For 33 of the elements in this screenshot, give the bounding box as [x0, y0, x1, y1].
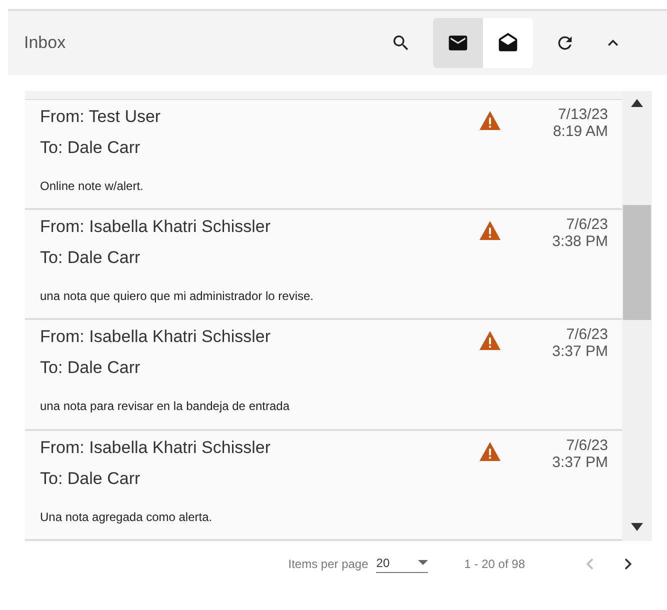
message-time: 3:37 PM — [552, 454, 608, 471]
dropdown-caret-icon — [418, 560, 428, 565]
page-size-select[interactable]: 20 — [376, 556, 428, 572]
message-date: 7/6/23 — [566, 436, 608, 454]
page-range: 1 - 20 of 98 — [464, 557, 525, 571]
inbox-title: Inbox — [24, 33, 66, 53]
message-text: Online note w/alert. — [40, 178, 144, 193]
scroll-up-icon[interactable] — [631, 99, 643, 107]
message-sender: From: Isabella Khatri Schissler — [40, 216, 272, 238]
message-date: 7/13/23 — [558, 106, 608, 123]
message-recipient: To: Dale Carr — [40, 247, 142, 269]
message-time: 3:37 PM — [552, 343, 608, 360]
items-per-page-label: Items per page — [288, 557, 368, 571]
message-sender: From: Test User — [40, 106, 162, 128]
message-time: 8:19 AM — [552, 122, 608, 140]
message-recipient: To: Dale Carr — [40, 136, 142, 159]
scrollbar-thumb[interactable] — [623, 205, 651, 320]
message-time: 3:38 PM — [552, 233, 608, 250]
message-text: Una nota agregada como alerta. — [40, 510, 214, 524]
message-recipient: To: Dale Carr — [40, 357, 142, 380]
message-text: una nota para revisar en la bandeja de entrada — [40, 399, 291, 414]
message-date: 7/6/23 — [566, 216, 608, 233]
message-date: 7/6/23 — [566, 326, 608, 344]
open-envelope-icon — [497, 32, 519, 54]
message-sender: From: Isabella Khatri Schissler — [40, 436, 272, 459]
search-icon[interactable] — [391, 33, 411, 53]
message-recipient: To: Dale Carr — [40, 468, 142, 490]
scroll-down-icon[interactable] — [631, 523, 643, 531]
view-toggle-button[interactable] — [433, 18, 483, 68]
view-toggle-button[interactable] — [483, 18, 533, 68]
message-sender: From: Isabella Khatri Schissler — [40, 326, 272, 348]
scrollbar[interactable] — [622, 91, 652, 541]
message-text: una nota que quiero que mi administrador lo revise. — [40, 289, 314, 303]
